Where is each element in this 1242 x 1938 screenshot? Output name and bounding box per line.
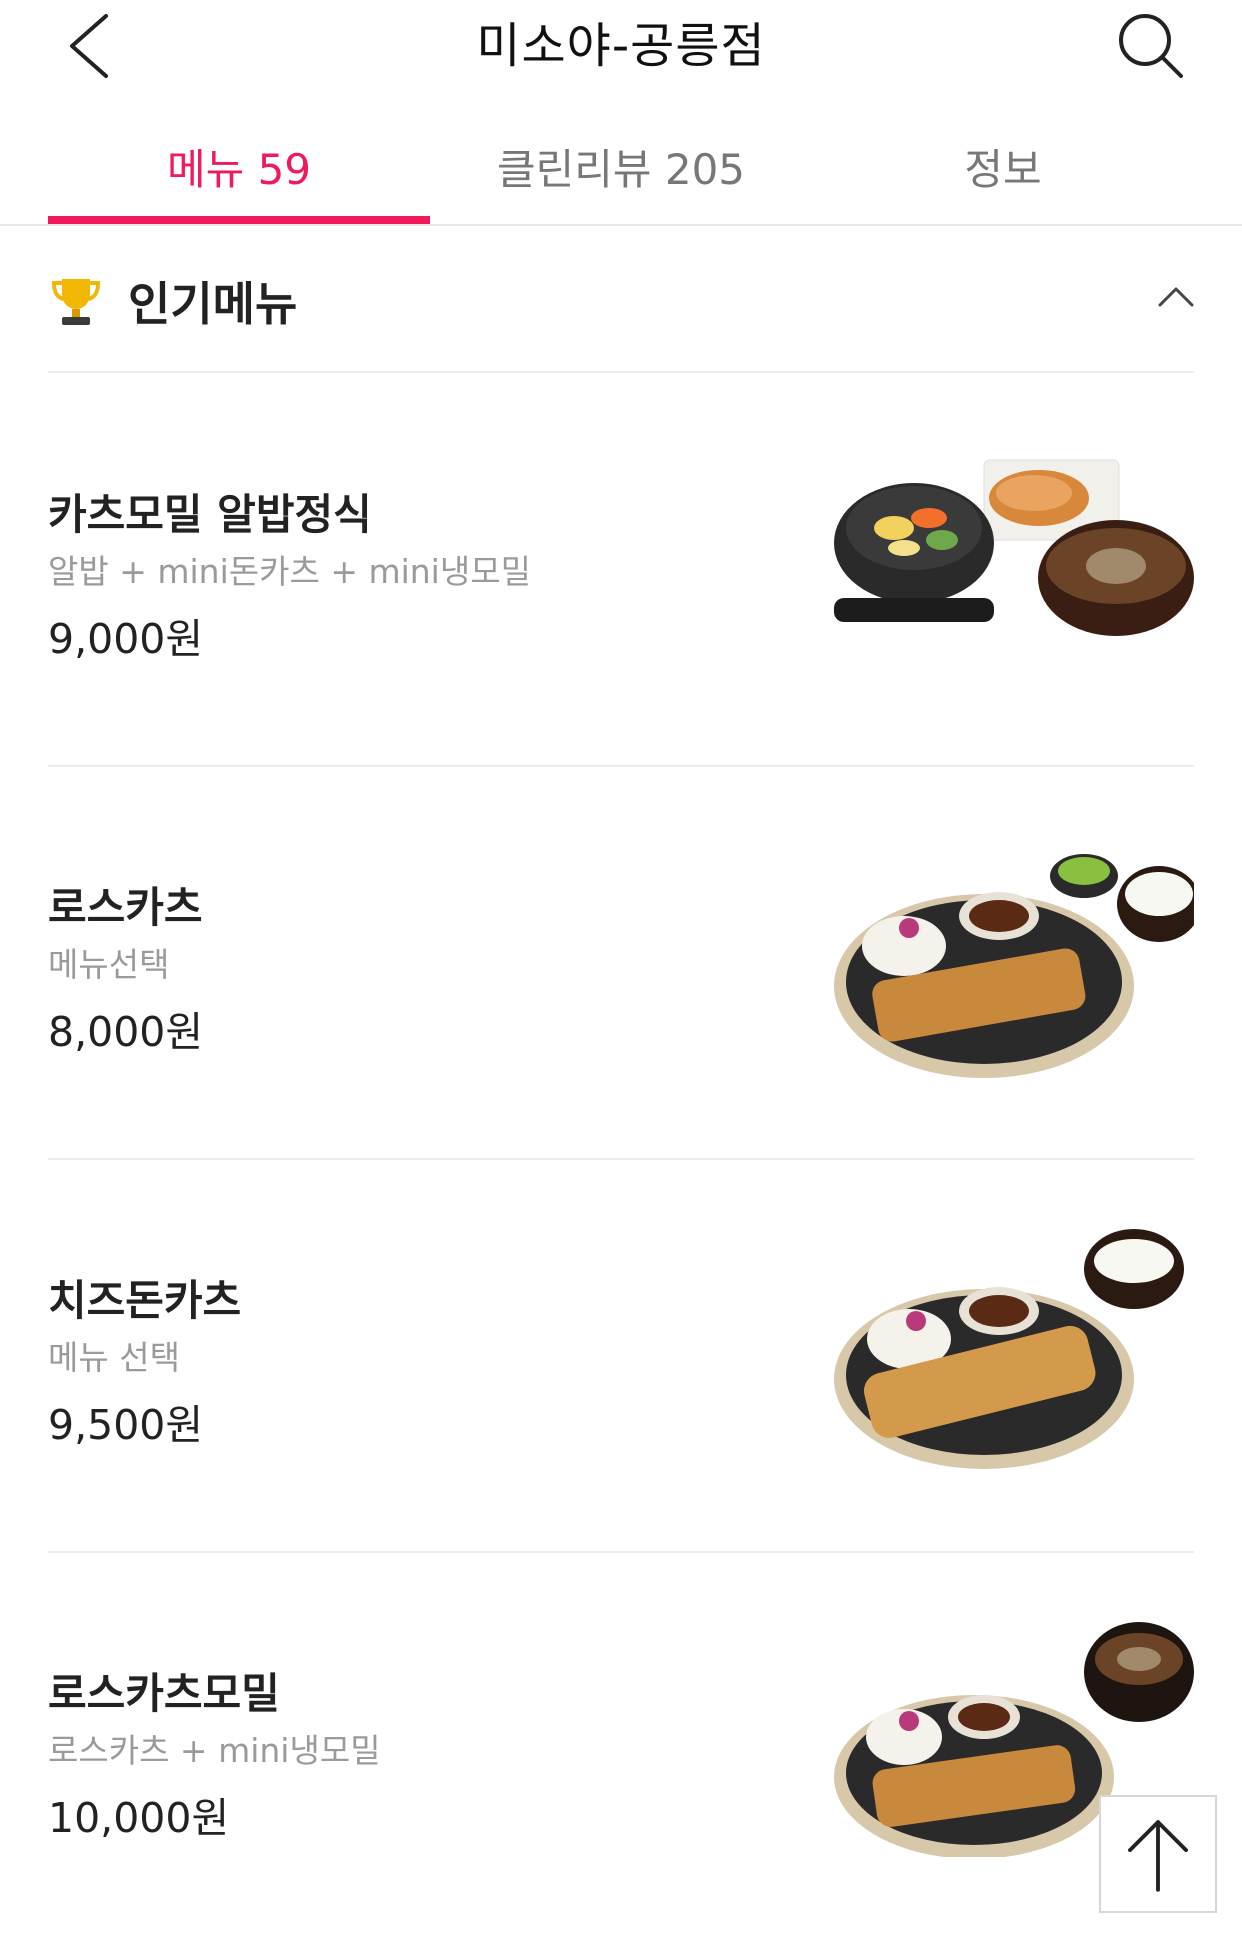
section-title: 인기메뉴: [128, 277, 298, 331]
menu-item-name: 로스카츠: [48, 883, 203, 932]
menu-item[interactable]: 카츠모밀 알밥정식 알밥 + mini돈카츠 + mini냉모밀 9,000원: [48, 373, 1194, 767]
menu-item-name: 로스카츠모밀: [48, 1669, 280, 1718]
menu-item-price: 9,000원: [48, 615, 204, 663]
menu-item-image: [834, 1229, 1184, 1469]
menu-item-image: [834, 854, 1194, 1078]
search-icon: [1119, 14, 1183, 78]
menu-item-description: 알밥 + mini돈카츠 + mini냉모밀: [48, 552, 531, 591]
menu-item-name: 카츠모밀 알밥정식: [48, 490, 372, 539]
page-title: 미소야-공릉점: [476, 18, 766, 74]
active-tab-indicator: [48, 216, 430, 224]
chevron-up-icon[interactable]: [1156, 281, 1196, 311]
menu-item-image: [834, 459, 1194, 636]
tab-clean-review[interactable]: 클린리뷰 205: [430, 136, 812, 197]
search-button[interactable]: [1115, 10, 1187, 82]
trophy-icon: [51, 279, 101, 325]
menu-item[interactable]: 로스카츠모밀 로스카츠 + mini냉모밀 10,000원: [48, 1552, 1194, 1938]
menu-item-description: 메뉴선택: [48, 945, 170, 984]
tab-bar: 메뉴 59 클린리뷰 205 정보: [0, 120, 1242, 226]
menu-item-description: 메뉴 선택: [48, 1338, 180, 1377]
top-bar: 미소야-공릉점: [0, 0, 1242, 95]
menu-item-price: 8,000원: [48, 1008, 204, 1056]
scroll-to-top-button[interactable]: [1099, 1795, 1217, 1913]
menu-item-price: 9,500원: [48, 1401, 204, 1449]
menu-item-name: 치즈돈카츠: [48, 1276, 242, 1325]
tab-menu[interactable]: 메뉴 59: [48, 136, 430, 197]
menu-item-price: 10,000원: [48, 1794, 230, 1842]
tab-info[interactable]: 정보: [812, 136, 1194, 197]
menu-item[interactable]: 치즈돈카츠 메뉴 선택 9,500원: [48, 1159, 1194, 1553]
menu-item-description: 로스카츠 + mini냉모밀: [48, 1731, 381, 1770]
popular-menu-header[interactable]: 인기메뉴: [48, 265, 1194, 373]
arrow-up-icon: [1128, 1820, 1188, 1892]
menu-item[interactable]: 로스카츠 메뉴선택 8,000원: [48, 766, 1194, 1160]
